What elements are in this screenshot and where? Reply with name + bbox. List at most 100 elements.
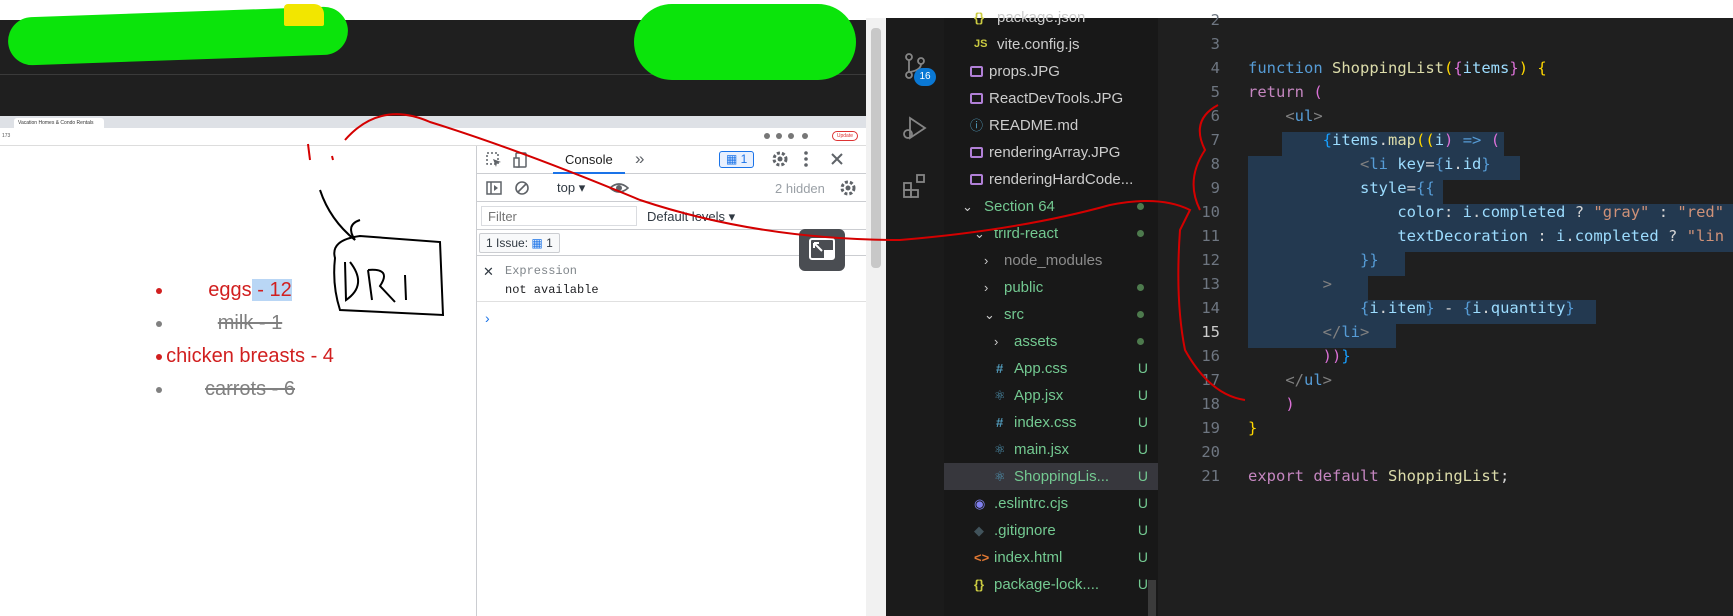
tree-folder[interactable]: › public (944, 274, 1158, 301)
tree-item[interactable]: ⚛ App.jsx U (944, 382, 1158, 409)
tree-item[interactable]: ◆ .gitignore U (944, 517, 1158, 544)
chevron-down-icon: ⌄ (974, 226, 985, 241)
star-icon[interactable] (788, 133, 794, 139)
gear-icon[interactable] (771, 150, 789, 171)
browser-tab[interactable]: Vacation Homes & Condo Rentals (14, 118, 104, 128)
code-token: i (1556, 227, 1566, 245)
browser-scrollbar[interactable] (866, 18, 886, 616)
code-token: (( (1416, 131, 1435, 149)
console-prompt: › (485, 310, 490, 326)
filter-input[interactable] (481, 206, 637, 226)
code-line: 17 </ul> (1158, 368, 1733, 392)
shopping-list: eggs - 12 milk - 1 chicken breasts - 4 c… (150, 274, 350, 406)
tree-item-label: ReactDevTools.JPG (989, 90, 1124, 107)
devtools-panel: Console » ▦ 1 top ▾ 2 hidden Filter Defa… (476, 146, 866, 616)
device-toolbar-icon[interactable] (513, 151, 531, 172)
git-status: U (1137, 522, 1148, 538)
close-icon[interactable] (829, 151, 845, 170)
tree-item[interactable]: ⚛ main.jsx U (944, 436, 1158, 463)
update-button[interactable]: Update (831, 131, 858, 141)
code-token: ShoppingList (1388, 467, 1500, 485)
expression-label[interactable]: Expression (505, 264, 577, 278)
explorer-scrollbar[interactable] (1148, 580, 1156, 616)
tree-item-label: main.jsx (1014, 441, 1070, 458)
code-token: } (1248, 419, 1258, 437)
tree-item[interactable]: ◉ .eslintrc.cjs U (944, 490, 1158, 517)
inspect-icon[interactable] (485, 151, 503, 172)
code-editor[interactable]: 2 3 4 function ShoppingList({items}) { 5r… (1158, 11, 1733, 616)
tree-item[interactable]: {} package.json (944, 4, 1158, 31)
image-icon (970, 174, 983, 185)
sidebar-toggle-icon[interactable] (485, 179, 503, 200)
console-settings-icon[interactable] (839, 179, 857, 200)
item-text: eggs - 12 (208, 279, 292, 301)
log-levels-select[interactable]: Default levels ▾ (647, 209, 735, 225)
issues-icon: ▦ (531, 236, 543, 250)
picture-in-picture-button[interactable] (799, 229, 845, 271)
tree-item[interactable]: props.JPG (944, 58, 1158, 85)
code-token: - (1444, 299, 1454, 317)
code-token: . (1453, 155, 1463, 173)
tree-item[interactable]: JS vite.config.js (944, 31, 1158, 58)
react-icon: ⚛ (994, 388, 1006, 403)
tree-folder[interactable]: › node_modules (944, 247, 1158, 274)
extension-icon[interactable] (776, 133, 782, 139)
tree-folder[interactable]: › assets (944, 328, 1158, 355)
activity-bar: 16 (886, 18, 944, 616)
tree-folder[interactable]: ⌄ trird-react (944, 220, 1158, 247)
tree-item[interactable]: renderingHardCode... (944, 166, 1158, 193)
react-icon: ⚛ (994, 469, 1006, 484)
tree-item[interactable]: # index.css U (944, 409, 1158, 436)
close-icon[interactable]: ✕ (483, 264, 494, 280)
tree-item[interactable]: # App.css U (944, 355, 1158, 382)
css-hash-icon: # (996, 361, 1004, 376)
code-token: } (1565, 299, 1575, 317)
issue-badge[interactable]: ▦ 1 (719, 151, 755, 168)
tree-item[interactable]: renderingArray.JPG (944, 139, 1158, 166)
chevron-right-icon: › (984, 280, 989, 295)
eye-icon[interactable] (608, 179, 630, 200)
clear-console-icon[interactable] (513, 179, 531, 200)
tree-folder[interactable]: ⌄ src (944, 301, 1158, 328)
more-tabs-button[interactable]: » (635, 149, 644, 169)
tree-item-label: trird-react (994, 225, 1059, 242)
profile-icon[interactable] (802, 133, 808, 139)
code-text: </li> (1248, 320, 1370, 344)
code-token: export (1248, 467, 1304, 485)
extensions-icon[interactable] (901, 172, 929, 200)
modified-dot (1137, 311, 1144, 318)
line-number: 12 (1201, 251, 1220, 269)
tree-item[interactable]: ReactDevTools.JPG (944, 85, 1158, 112)
code-token: return (1248, 83, 1304, 101)
tree-item[interactable]: ⓘ README.md (944, 112, 1158, 139)
code-token: > (1322, 275, 1332, 293)
tree-item-selected[interactable]: ⚛ ShoppingLis... U (944, 463, 1158, 490)
issues-button[interactable]: 1 Issue: ▦ 1 (479, 233, 560, 253)
git-status: U (1137, 576, 1148, 592)
tree-item-label: props.JPG (989, 63, 1060, 80)
log-levels-value: Default levels (647, 209, 726, 224)
run-debug-icon[interactable] (901, 114, 929, 142)
tree-item-label: vite.config.js (997, 36, 1080, 53)
scrollbar-thumb[interactable] (871, 28, 881, 268)
item-text: carrots - 6 (204, 378, 296, 400)
code-line: 7 {items.map((i) => ( (1158, 128, 1733, 152)
console-input[interactable]: › (477, 302, 866, 332)
code-token: i (1444, 155, 1454, 173)
code-text: <li key={i.id} (1248, 152, 1491, 176)
tab-console[interactable]: Console (553, 146, 625, 174)
vscode-window: 16 {} package.json JS vite.config.js props… (886, 9, 1733, 616)
code-token: > (1360, 323, 1370, 341)
tree-item[interactable]: {} package-lock.... U (944, 571, 1158, 598)
extension-icon[interactable] (764, 133, 770, 139)
list-item: carrots - 6 (150, 373, 350, 406)
more-options-icon[interactable] (803, 149, 809, 172)
code-text: <ul> (1248, 104, 1322, 128)
browser-window: Vacation Homes & Condo Rentals 173 Updat… (0, 0, 886, 616)
tree-folder[interactable]: ⌄ Section 64 (944, 193, 1158, 220)
line-number: 6 (1210, 107, 1220, 125)
tree-item[interactable]: <> index.html U (944, 544, 1158, 571)
context-select[interactable]: top ▾ (557, 180, 585, 196)
line-number: 4 (1210, 59, 1220, 77)
address-bar[interactable]: 173 Update (0, 128, 866, 146)
